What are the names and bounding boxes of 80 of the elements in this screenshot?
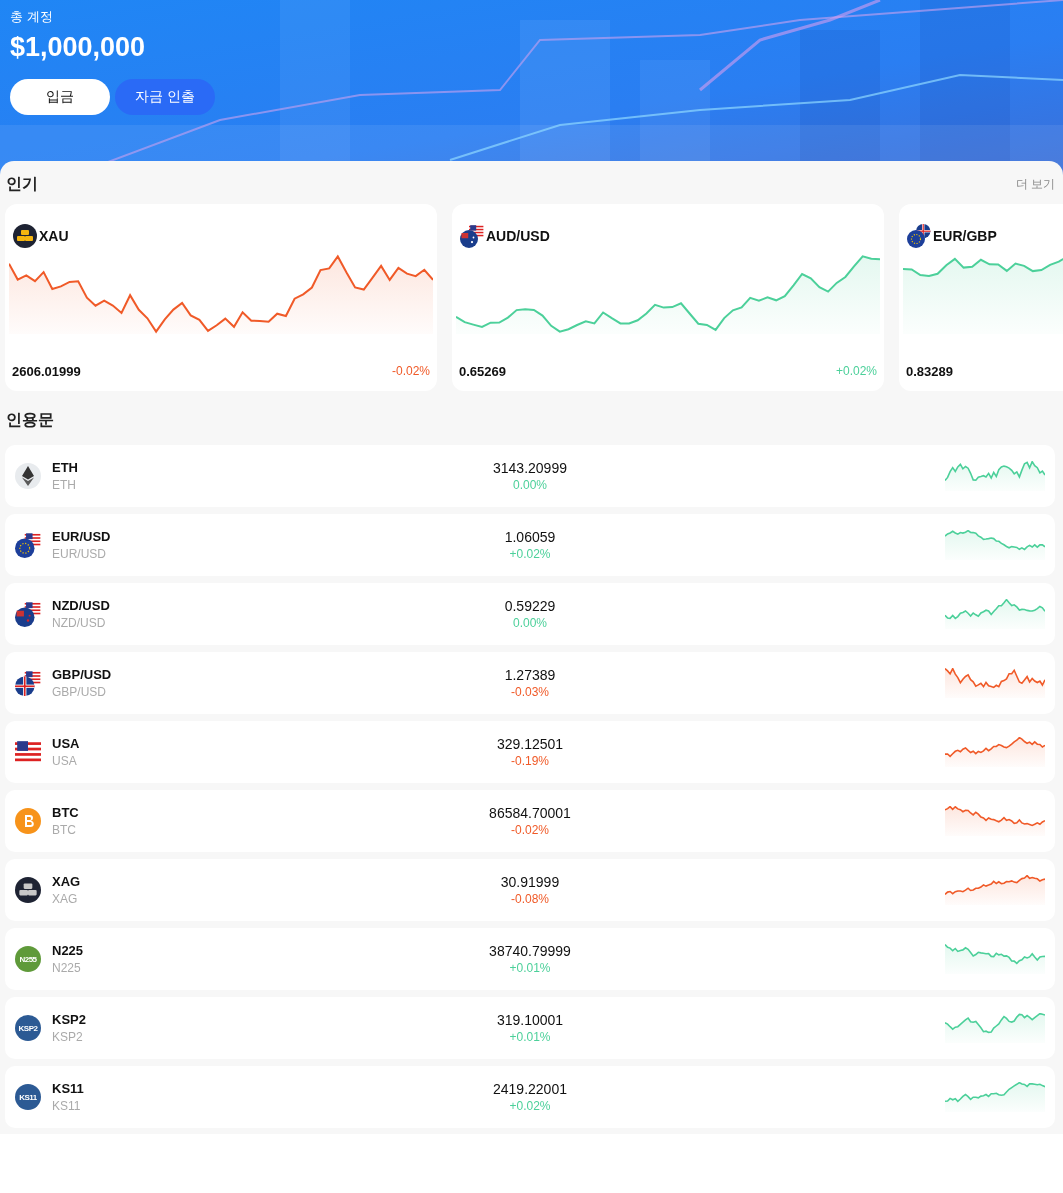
currency-flags-icon	[460, 224, 484, 248]
quote-row[interactable]: ETH ETH 3143.20999 0.00%	[5, 445, 1055, 507]
index-logo: KSP2	[15, 1015, 41, 1041]
symbol-code: KS11	[52, 1099, 82, 1113]
price: 1.06059	[504, 529, 556, 545]
quote-row[interactable]: GBP/USD GBP/USD 1.27389 -0.03%	[5, 652, 1055, 714]
withdraw-button[interactable]: 자금 인출	[115, 79, 215, 115]
price-change: +0.02%	[509, 1099, 551, 1113]
symbol-code: KSP2	[52, 1030, 84, 1044]
section-title: 인기	[6, 173, 38, 194]
price: 30.91999	[500, 874, 560, 890]
symbol-code: BTC	[52, 823, 77, 837]
currency-flags-icon	[15, 670, 41, 696]
price-change: 0.00%	[513, 616, 547, 630]
symbol-name: ETH	[52, 460, 78, 475]
symbol-name: NZD/USD	[52, 598, 110, 613]
price: 329.12501	[496, 736, 564, 752]
symbol-name: EUR/USD	[52, 529, 111, 544]
card-price: 2606.01999	[12, 364, 81, 379]
price-change: -0.03%	[511, 685, 549, 699]
price-change: -0.02%	[511, 823, 549, 837]
quote-row[interactable]: N255 N225 N225 38740.79999 +0.01%	[5, 928, 1055, 990]
price-change: +0.01%	[509, 961, 551, 975]
bullion-icon	[13, 224, 37, 248]
symbol-name: XAG	[52, 874, 81, 889]
card-symbol: EUR/GBP	[933, 228, 997, 244]
symbol-code: EUR/USD	[52, 547, 107, 561]
price-change: 0.00%	[513, 478, 547, 492]
symbol-code: N225	[52, 961, 82, 975]
quote-row[interactable]: XAG XAG 30.91999 -0.08%	[5, 859, 1055, 921]
quote-row[interactable]: BTC BTC 86584.70001 -0.02%	[5, 790, 1055, 852]
market-card[interactable]: XAU 2606.01999 -0.02%	[5, 204, 437, 391]
price: 319.10001	[496, 1012, 564, 1028]
currency-flags-icon	[15, 532, 41, 558]
account-label: 총 계정	[10, 8, 53, 26]
price-change: +0.01%	[509, 1030, 551, 1044]
account-balance: $1,000,000	[10, 32, 146, 63]
price: 0.59229	[504, 598, 556, 614]
symbol-code: ETH	[52, 478, 77, 492]
card-symbol: AUD/USD	[486, 228, 550, 244]
price-change: +0.02%	[509, 547, 551, 561]
symbol-code: GBP/USD	[52, 685, 107, 699]
card-price: 0.83289	[906, 364, 953, 379]
price-change: -0.19%	[511, 754, 549, 768]
symbol-code: USA	[52, 754, 78, 768]
symbol-name: USA	[52, 736, 80, 751]
index-logo: KS11	[15, 1084, 41, 1110]
symbol-name: KS11	[52, 1081, 84, 1096]
symbol-name: BTC	[52, 805, 79, 820]
price: 38740.79999	[489, 943, 571, 959]
price: 86584.70001	[489, 805, 571, 821]
market-card[interactable]: EUR/GBP 0.83289	[899, 204, 1063, 391]
price: 2419.22001	[493, 1081, 567, 1097]
bitcoin-icon	[15, 808, 41, 834]
index-logo: N255	[15, 946, 41, 972]
price: 3143.20999	[493, 460, 567, 476]
card-change: -0.02%	[391, 364, 430, 379]
card-change: +0.02%	[835, 364, 877, 379]
quote-row[interactable]: EUR/USD EUR/USD 1.06059 +0.02%	[5, 514, 1055, 576]
section-title: 인용문	[6, 409, 54, 430]
currency-flags-icon	[907, 224, 931, 248]
symbol-code: XAG	[52, 892, 79, 906]
ethereum-icon	[15, 463, 41, 489]
quote-row[interactable]: NZD/USD NZD/USD 0.59229 0.00%	[5, 583, 1055, 645]
quote-row[interactable]: USA USA 329.12501 -0.19%	[5, 721, 1055, 783]
market-card[interactable]: AUD/USD 0.65269 +0.02%	[452, 204, 884, 391]
symbol-name: GBP/USD	[52, 667, 112, 682]
price-change: -0.08%	[511, 892, 549, 906]
bullion-icon	[15, 877, 41, 903]
more-link[interactable]: 더 보기	[1015, 175, 1055, 193]
quote-row[interactable]: KS11 KS11 KS11 2419.22001 +0.02%	[5, 1066, 1055, 1128]
card-price: 0.65269	[459, 364, 506, 379]
card-symbol: XAU	[39, 228, 69, 244]
deposit-button[interactable]: 입금	[10, 79, 110, 115]
symbol-code: NZD/USD	[52, 616, 107, 630]
symbol-name: KSP2	[52, 1012, 86, 1027]
quote-row[interactable]: KSP2 KSP2 KSP2 319.10001 +0.01%	[5, 997, 1055, 1059]
currency-flags-icon	[15, 601, 41, 627]
price: 1.27389	[504, 667, 556, 683]
symbol-name: N225	[52, 943, 84, 958]
